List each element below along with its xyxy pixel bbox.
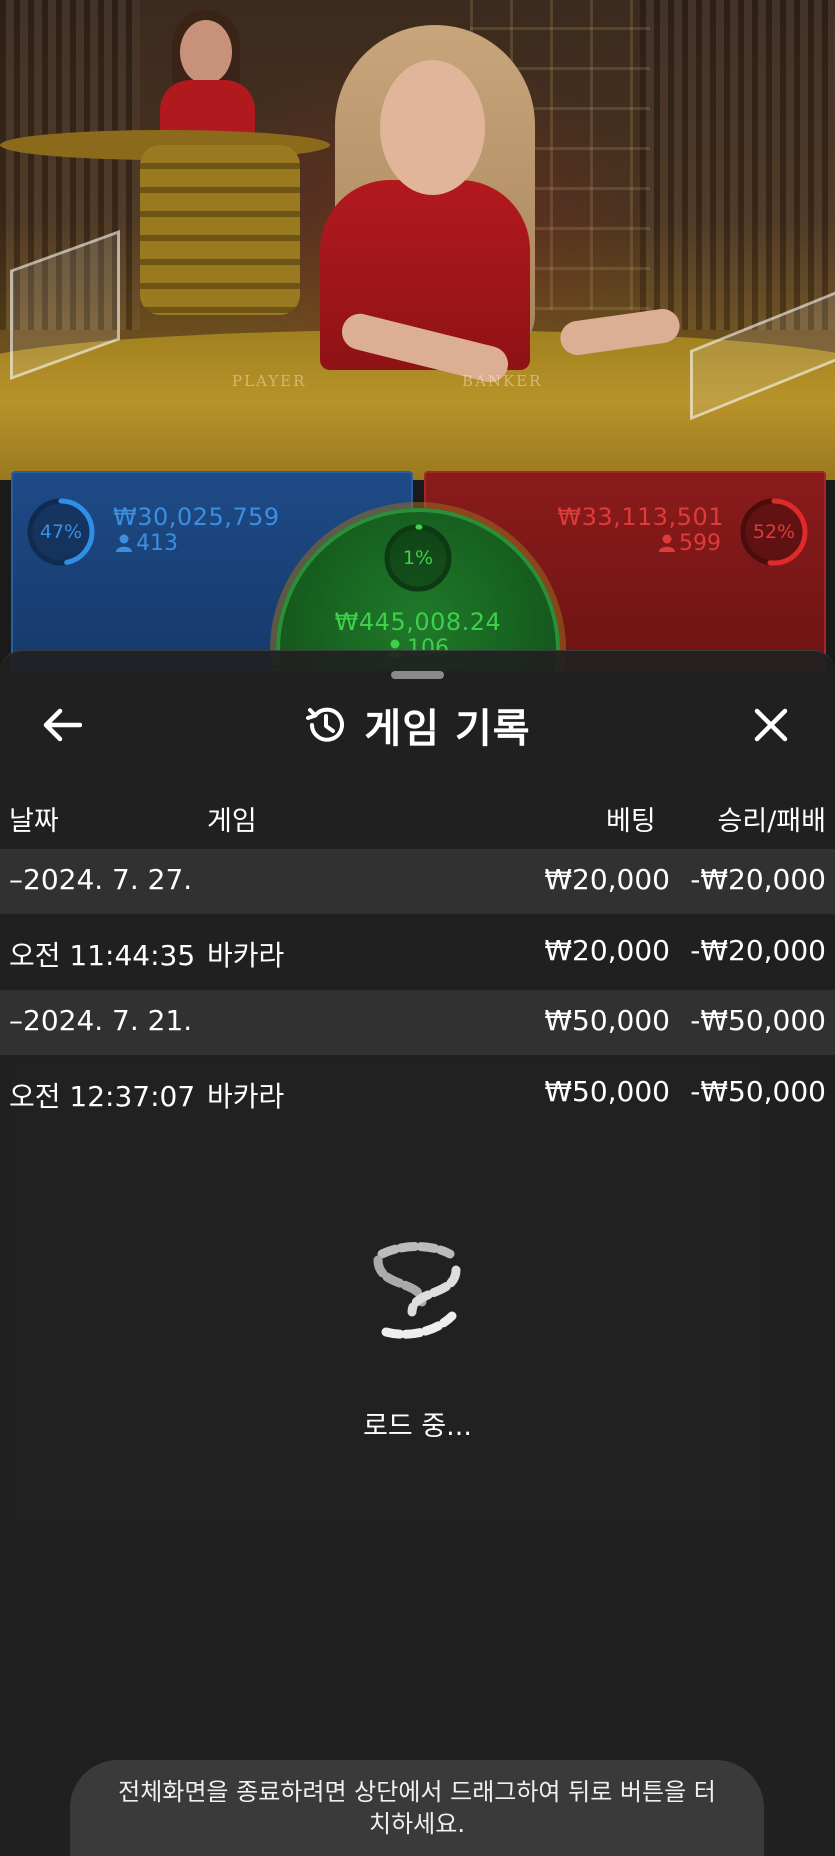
back-button[interactable] bbox=[36, 699, 88, 751]
player-percent-ring: 47% bbox=[25, 496, 97, 568]
sheet-drag-handle[interactable] bbox=[391, 671, 444, 679]
table-text-banker: BANKER bbox=[462, 372, 543, 390]
close-icon bbox=[754, 708, 788, 742]
toast-message: 전체화면을 종료하려면 상단에서 드래그하여 뒤로 버튼을 터치하세요. bbox=[118, 1778, 716, 1838]
banker-count-value: 599 bbox=[679, 531, 721, 556]
background-dealer-head bbox=[180, 20, 232, 84]
winloss-amount: -₩50,000 bbox=[690, 1075, 826, 1108]
column-winloss: 승리/패배 bbox=[717, 806, 826, 837]
curtain-right bbox=[640, 0, 835, 330]
column-game: 게임 bbox=[207, 806, 257, 837]
app-screen: PLAYER BANKER 47% ₩30,025,759 413 52% ₩3… bbox=[0, 0, 835, 1856]
banker-bet-amount: ₩33,113,501 bbox=[557, 503, 724, 531]
date-label: –2024. 7. 21. bbox=[9, 1004, 193, 1037]
chip-stack bbox=[140, 145, 300, 315]
banker-bettor-count: 599 bbox=[659, 531, 721, 556]
banker-percent: 52% bbox=[752, 521, 796, 543]
column-bet: 베팅 bbox=[606, 806, 656, 837]
winloss-amount: -₩20,000 bbox=[690, 934, 826, 967]
tie-percent: 1% bbox=[402, 547, 434, 569]
sheet-header: 게임 기록 bbox=[0, 699, 835, 752]
date-label: –2024. 7. 27. bbox=[9, 863, 193, 896]
live-dealer-video: PLAYER BANKER bbox=[0, 0, 835, 480]
bet-amount: ₩50,000 bbox=[544, 1075, 670, 1108]
banker-percent-ring: 52% bbox=[738, 496, 810, 568]
history-column-headers: 날짜 게임 베팅 승리/패배 bbox=[0, 799, 835, 839]
arrow-left-icon bbox=[43, 708, 82, 742]
bet-amount: ₩50,000 bbox=[544, 1004, 670, 1037]
time-label: 오전 11:44:35 bbox=[9, 939, 196, 972]
bet-amount: ₩20,000 bbox=[544, 934, 670, 967]
game-name: 바카라 bbox=[207, 939, 285, 972]
bet-amount: ₩20,000 bbox=[544, 863, 670, 896]
player-bet-amount: ₩30,025,759 bbox=[113, 503, 280, 531]
dealer-face bbox=[380, 60, 485, 195]
winloss-amount: -₩20,000 bbox=[690, 863, 826, 896]
history-item-row[interactable]: 오전 11:44:35 바카라 ₩20,000 -₩20,000 bbox=[0, 914, 835, 986]
player-percent: 47% bbox=[39, 521, 83, 543]
loading-text: 로드 중... bbox=[363, 1411, 472, 1442]
column-date: 날짜 bbox=[9, 806, 59, 837]
table-text-player: PLAYER bbox=[232, 372, 307, 390]
fullscreen-exit-toast: 전체화면을 종료하려면 상단에서 드래그하여 뒤로 버튼을 터치하세요. bbox=[70, 1760, 764, 1856]
winloss-amount: -₩50,000 bbox=[690, 1004, 826, 1037]
sheet-title: 게임 기록 bbox=[364, 706, 531, 752]
history-date-row[interactable]: –2024. 7. 27. ₩20,000 -₩20,000 bbox=[0, 849, 835, 914]
player-bettor-count: 413 bbox=[116, 531, 178, 556]
tie-bet-amount: ₩445,008.24 bbox=[334, 608, 502, 636]
history-icon bbox=[306, 707, 345, 742]
game-name: 바카라 bbox=[207, 1080, 285, 1113]
history-item-row[interactable]: 오전 12:37:07 바카라 ₩50,000 -₩50,000 bbox=[0, 1055, 835, 1127]
person-icon bbox=[659, 534, 675, 552]
player-count-value: 413 bbox=[136, 531, 178, 556]
person-icon bbox=[116, 534, 132, 552]
time-label: 오전 12:37:07 bbox=[9, 1080, 196, 1113]
tie-percent-ring: 1% bbox=[382, 522, 454, 594]
close-button[interactable] bbox=[745, 699, 797, 751]
loading-spinner-icon bbox=[373, 1242, 461, 1339]
history-date-row[interactable]: –2024. 7. 21. ₩50,000 -₩50,000 bbox=[0, 990, 835, 1055]
